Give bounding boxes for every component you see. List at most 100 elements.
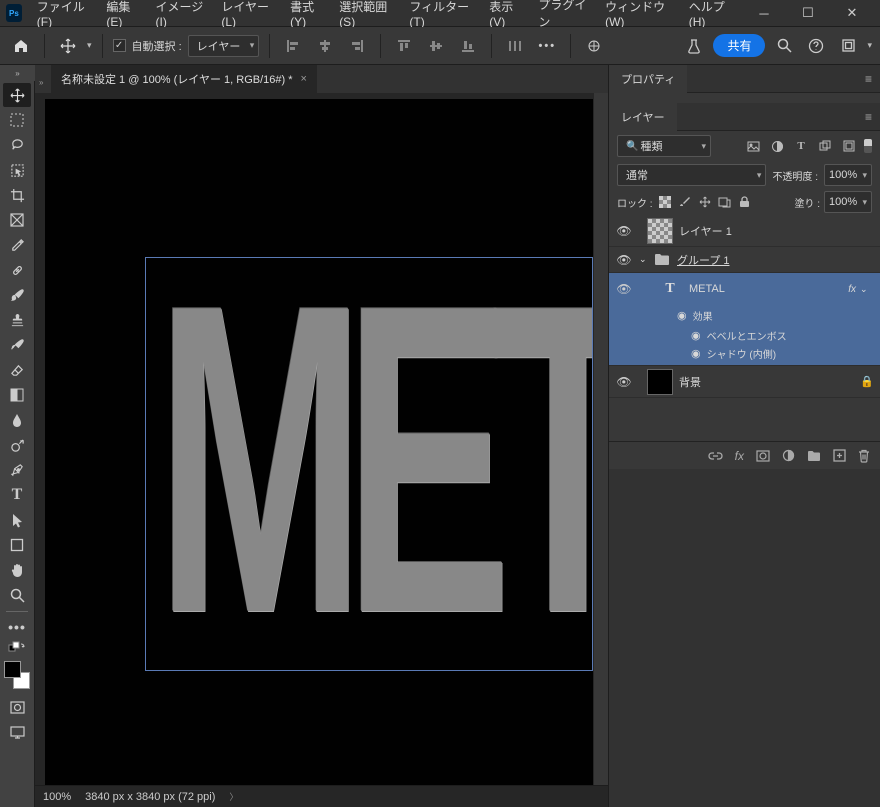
help-icon[interactable]: [803, 33, 829, 59]
color-swap-icon[interactable]: [3, 640, 31, 654]
toolbar: T •••: [0, 81, 35, 807]
canvas[interactable]: META: [35, 93, 608, 785]
share-button[interactable]: 共有: [713, 34, 765, 57]
layer-row-layer1[interactable]: 👁 レイヤー 1: [609, 215, 880, 247]
auto-select-checkbox[interactable]: 自動選択 :: [113, 38, 182, 54]
opacity-input[interactable]: 100%: [824, 164, 872, 186]
properties-tab[interactable]: プロパティ: [609, 65, 687, 93]
link-layers-icon[interactable]: [708, 451, 723, 461]
layers-tab[interactable]: レイヤー: [609, 103, 677, 131]
dodge-tool[interactable]: [3, 433, 31, 457]
maximize-button[interactable]: ☐: [786, 0, 830, 27]
fill-input[interactable]: 100%: [824, 191, 872, 213]
canvas-text: META: [156, 257, 593, 671]
marquee-tool[interactable]: [3, 108, 31, 132]
type-tool[interactable]: T: [3, 483, 31, 507]
close-button[interactable]: ✕: [830, 0, 874, 27]
zoom-tool[interactable]: [3, 583, 31, 607]
stamp-tool[interactable]: [3, 308, 31, 332]
lock-trans-icon[interactable]: [657, 194, 673, 210]
frame-tool[interactable]: [3, 208, 31, 232]
document-tab[interactable]: 名称未設定 1 @ 100% (レイヤー 1, RGB/16#) * ×: [51, 65, 317, 93]
lock-pos-icon[interactable]: [697, 194, 713, 210]
layer-name: METAL: [689, 283, 848, 295]
lock-artboard-icon[interactable]: [717, 194, 733, 210]
crop-tool[interactable]: [3, 183, 31, 207]
edit-toolbar[interactable]: •••: [3, 615, 31, 639]
3d-mode-icon[interactable]: [581, 33, 607, 59]
hand-tool[interactable]: [3, 558, 31, 582]
eraser-tool[interactable]: [3, 358, 31, 382]
effect-inner-shadow[interactable]: ◉ シャドウ (内側): [609, 345, 880, 365]
healing-tool[interactable]: [3, 258, 31, 282]
move-tool[interactable]: [3, 83, 31, 107]
align-center-h-icon[interactable]: [312, 33, 338, 59]
lock-paint-icon[interactable]: [677, 194, 693, 210]
expand-icon[interactable]: ⌄: [639, 254, 653, 265]
filter-pixel-icon[interactable]: [744, 137, 762, 155]
new-layer-button[interactable]: [833, 449, 846, 462]
distribute-icon[interactable]: [502, 33, 528, 59]
layers-menu-icon[interactable]: ≡: [857, 110, 880, 124]
lock-icon[interactable]: 🔒: [860, 375, 874, 388]
path-select-tool[interactable]: [3, 508, 31, 532]
visibility-icon[interactable]: 👁: [609, 375, 639, 389]
toolbar-collapse[interactable]: »: [0, 65, 35, 81]
lasso-tool[interactable]: [3, 133, 31, 157]
filter-type-icon[interactable]: T: [792, 137, 810, 155]
blend-mode-dropdown[interactable]: 通常: [617, 164, 766, 186]
vertical-scrollbar[interactable]: [594, 93, 608, 785]
more-options-icon[interactable]: •••: [534, 33, 560, 59]
visibility-icon[interactable]: ◉: [691, 329, 701, 342]
visibility-icon[interactable]: 👁: [609, 224, 639, 238]
shape-tool[interactable]: [3, 533, 31, 557]
brush-tool[interactable]: [3, 283, 31, 307]
align-left-icon[interactable]: [280, 33, 306, 59]
align-center-v-icon[interactable]: [423, 33, 449, 59]
visibility-icon[interactable]: ◉: [691, 347, 701, 360]
fx-badge[interactable]: fx: [848, 284, 856, 295]
search-icon[interactable]: [771, 33, 797, 59]
fx-button[interactable]: fx: [735, 449, 744, 463]
quickmask-tool[interactable]: [3, 695, 31, 719]
filter-adjust-icon[interactable]: [768, 137, 786, 155]
target-dropdown[interactable]: レイヤー: [188, 35, 260, 57]
layer-row-background[interactable]: 👁 背景 🔒: [609, 366, 880, 398]
align-right-icon[interactable]: [344, 33, 370, 59]
close-tab-icon[interactable]: ×: [301, 73, 307, 85]
move-tool-icon[interactable]: [55, 33, 81, 59]
screenmode-tool[interactable]: [3, 720, 31, 744]
minimize-button[interactable]: ─: [742, 0, 786, 27]
layer-row-metal[interactable]: 👁 T METAL fx ⌄ ◉ 効果 ◉: [609, 273, 880, 366]
filter-toggle[interactable]: [864, 139, 872, 153]
filter-shape-icon[interactable]: [816, 137, 834, 155]
home-button[interactable]: [8, 33, 34, 59]
filter-type-dropdown[interactable]: 🔍種類: [617, 135, 711, 157]
visibility-icon[interactable]: 👁: [609, 253, 639, 267]
fx-expand-icon[interactable]: ⌄: [860, 284, 874, 295]
object-select-tool[interactable]: [3, 158, 31, 182]
panel-menu-icon[interactable]: ≡: [857, 72, 880, 86]
layer-row-group1[interactable]: 👁 ⌄ グループ 1: [609, 247, 880, 273]
color-swatches[interactable]: [4, 661, 30, 689]
beaker-icon[interactable]: [681, 33, 707, 59]
blur-tool[interactable]: [3, 408, 31, 432]
align-top-icon[interactable]: [391, 33, 417, 59]
filter-smart-icon[interactable]: [840, 137, 858, 155]
history-brush-tool[interactable]: [3, 333, 31, 357]
frame-icon[interactable]: [835, 33, 861, 59]
delete-button[interactable]: [858, 449, 870, 463]
align-bottom-icon[interactable]: [455, 33, 481, 59]
visibility-icon[interactable]: ◉: [677, 309, 687, 322]
foreground-color[interactable]: [4, 661, 21, 678]
eyedropper-tool[interactable]: [3, 233, 31, 257]
gradient-tool[interactable]: [3, 383, 31, 407]
lock-all-icon[interactable]: [737, 194, 753, 210]
zoom-level[interactable]: 100%: [43, 791, 71, 803]
group-button[interactable]: [807, 450, 821, 462]
visibility-icon[interactable]: 👁: [609, 282, 639, 296]
adjustment-button[interactable]: [782, 449, 795, 462]
mask-button[interactable]: [756, 450, 770, 462]
effect-bevel[interactable]: ◉ ベベルとエンボス: [609, 325, 880, 345]
pen-tool[interactable]: [3, 458, 31, 482]
